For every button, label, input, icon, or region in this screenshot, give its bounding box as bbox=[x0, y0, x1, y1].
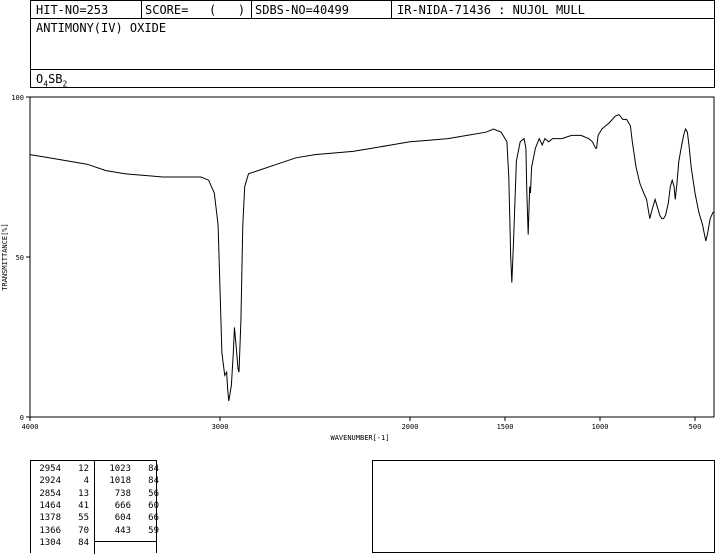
peak-transmittance: 84 bbox=[148, 464, 159, 474]
peak-transmittance: 12 bbox=[78, 464, 89, 474]
peak-transmittance: 66 bbox=[148, 513, 159, 524]
peak-transmittance: 41 bbox=[78, 500, 89, 511]
peak-transmittance: 4 bbox=[83, 476, 89, 487]
peak-table: 2954 12 2924 4 2854 13 1464 41 1378 55 1366 70 1304 8… bbox=[30, 460, 159, 554]
peak-transmittance: 84 bbox=[148, 476, 159, 487]
spectrum-line bbox=[29, 113, 714, 402]
peak-wavenumber: 1304 bbox=[39, 537, 61, 548]
x-tick-label: 2000 bbox=[402, 423, 419, 431]
peak-wavenumber: 1464 bbox=[39, 500, 61, 511]
peak-wavenumber: 604 bbox=[114, 513, 131, 524]
ir-spectrum-chart: 0 50 100 4000 3000 2000 1500 1000 500 WAVENUMBE… bbox=[1, 94, 715, 442]
y-tick-label: 50 bbox=[16, 254, 24, 262]
peak-wavenumber: 1366 bbox=[39, 525, 61, 536]
peak-table-divider bbox=[94, 461, 95, 554]
peak-transmittance: 55 bbox=[78, 513, 89, 524]
x-axis-label: WAVENUMBER[-1] bbox=[330, 434, 389, 442]
x-tick-label: 3000 bbox=[212, 423, 229, 431]
y-axis: 0 50 100 bbox=[11, 94, 30, 422]
plot-frame bbox=[29, 96, 715, 418]
peak-wavenumber: 1378 bbox=[39, 513, 61, 524]
x-axis: 4000 3000 2000 1500 1000 500 bbox=[22, 417, 702, 431]
peak-wavenumber: 2854 bbox=[39, 488, 61, 499]
peak-transmittance: 13 bbox=[78, 488, 89, 499]
x-tick-label: 4000 bbox=[22, 423, 39, 431]
x-tick-label: 1500 bbox=[497, 423, 514, 431]
peak-wavenumber: 1023 bbox=[109, 464, 131, 474]
y-tick-label: 0 bbox=[20, 414, 24, 422]
peak-wavenumber: 443 bbox=[114, 525, 131, 536]
peak-wavenumber: 2924 bbox=[39, 476, 61, 487]
x-tick-label: 500 bbox=[689, 423, 702, 431]
peak-transmittance: 84 bbox=[78, 537, 89, 548]
peak-wavenumber: 666 bbox=[114, 500, 131, 511]
peak-transmittance: 60 bbox=[148, 500, 159, 511]
peak-transmittance: 56 bbox=[148, 488, 159, 499]
peak-wavenumber: 2954 bbox=[39, 464, 61, 474]
peak-table-rule bbox=[94, 541, 157, 543]
peak-wavenumber: 738 bbox=[114, 488, 131, 499]
notes-box bbox=[372, 460, 715, 553]
x-tick-label: 1000 bbox=[592, 423, 609, 431]
y-tick-label: 100 bbox=[11, 94, 24, 102]
y-axis-label: TRANSMITTANCE[%] bbox=[1, 223, 9, 290]
peak-transmittance: 59 bbox=[148, 525, 159, 536]
peak-transmittance: 70 bbox=[78, 525, 89, 536]
peak-wavenumber: 1018 bbox=[109, 476, 131, 487]
